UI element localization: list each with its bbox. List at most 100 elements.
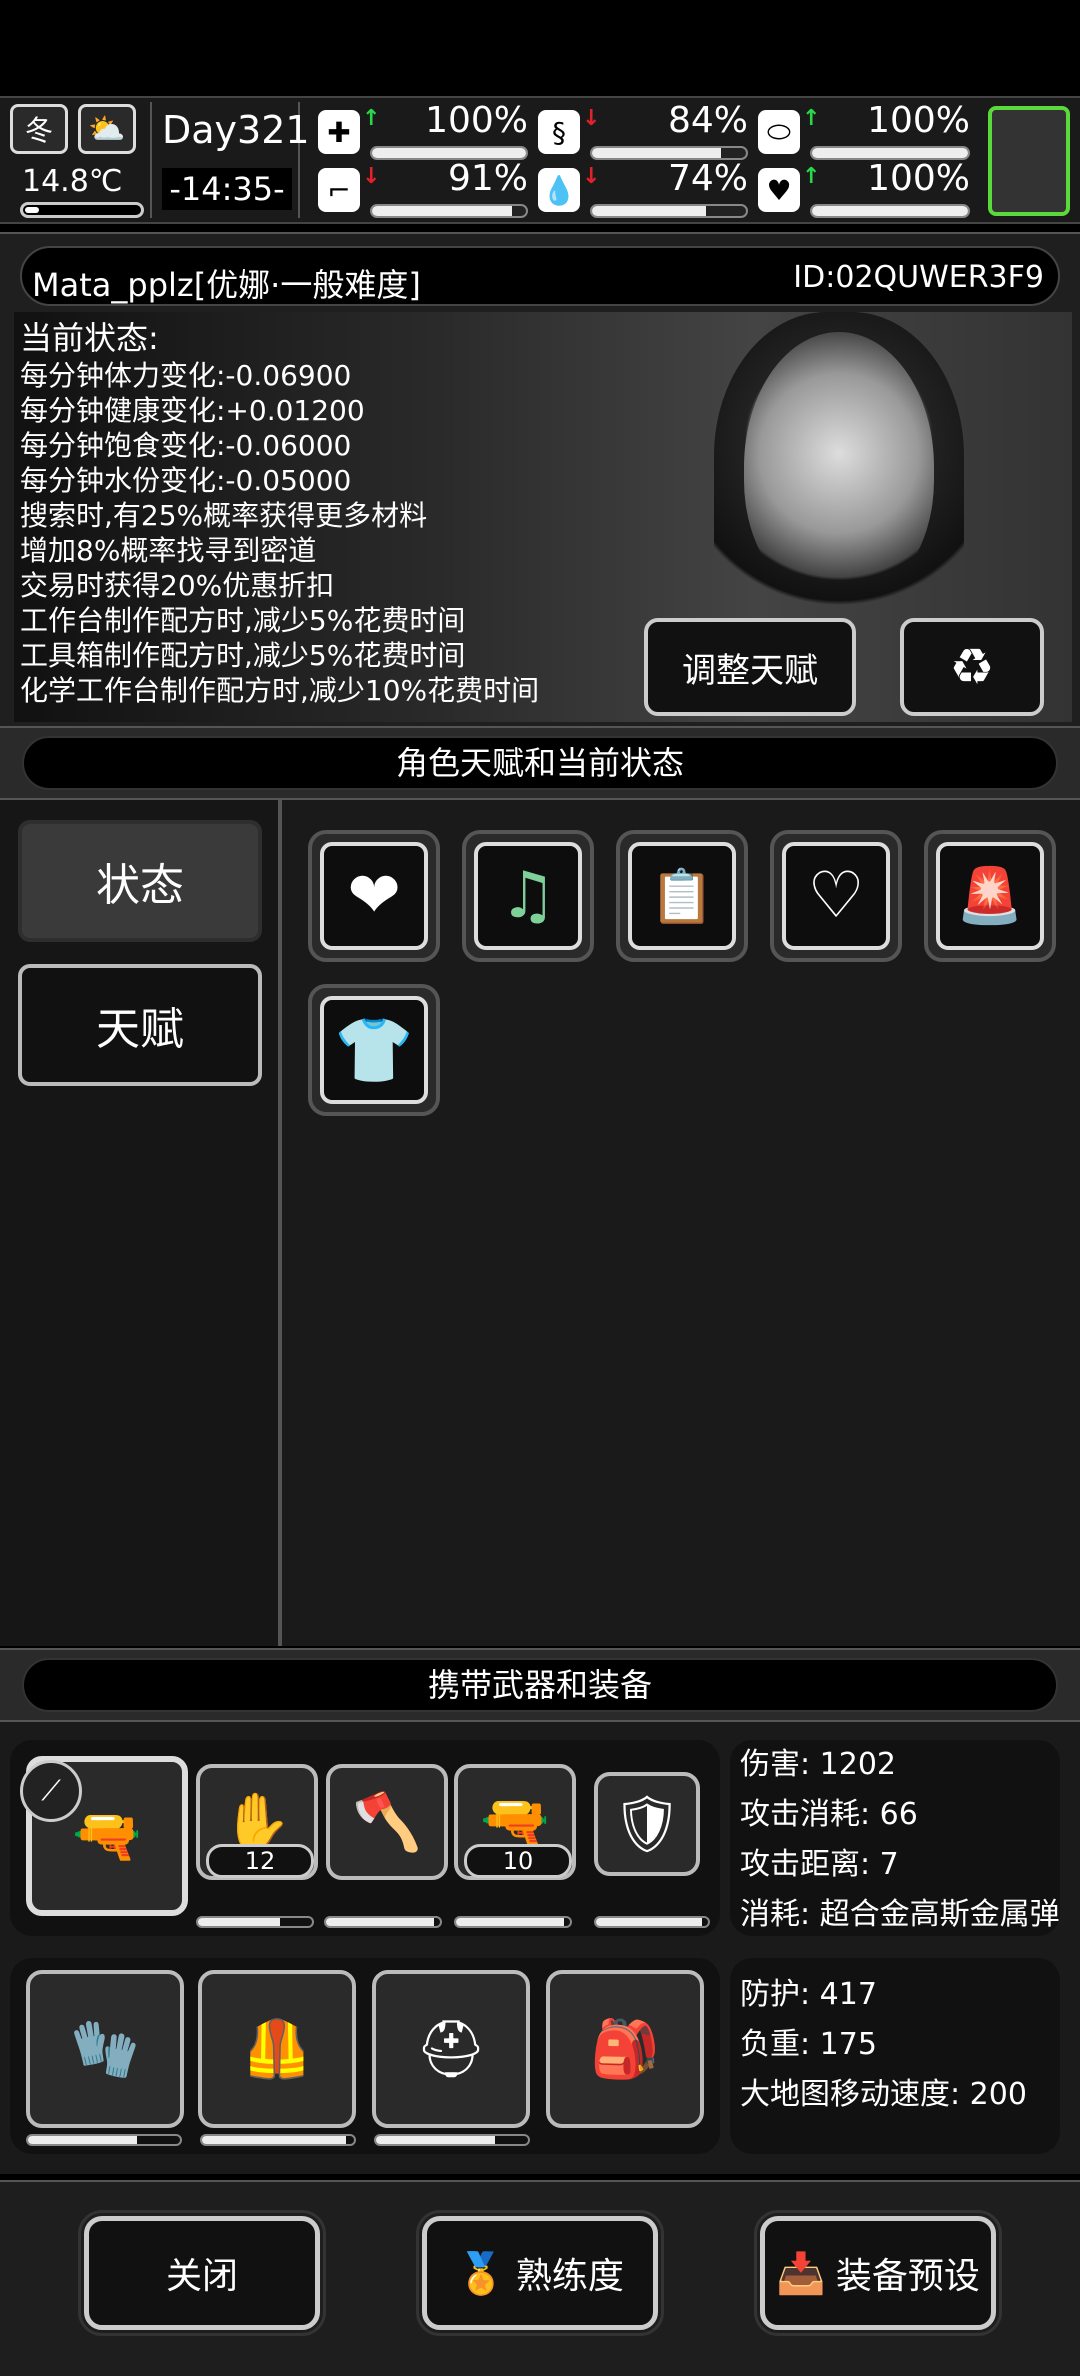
durability-bar [26,2134,182,2146]
status-line: 每分钟水份变化:-0.05000 [20,464,352,497]
stat-stamina: ⌐ ↓ 91% [318,158,528,218]
stat-value: 74% [667,158,748,199]
map-speed-row: 大地图移动速度: 200 [740,2077,1027,2112]
durability-bar [594,1916,710,1928]
equipment-section-header: 携带武器和装备 [0,1648,1080,1722]
status-line: 搜索时,有25%概率获得更多材料 [20,499,428,532]
talent-slot[interactable]: 🚨 [924,830,1056,962]
stat-mood: ♥ ↑ 100% [758,158,970,218]
adjust-talent-button[interactable]: 调整天赋 [644,618,856,716]
stat-value: 91% [447,158,528,199]
status-line: 化学工作台制作配方时,减少10%花费时间 [20,674,540,707]
fire-mode-icon[interactable]: ⟋ [20,1760,82,1822]
proficiency-button[interactable]: 🏅 熟练度 [416,2210,664,2336]
damage-row: 伤害: 1202 [740,1747,897,1782]
swap-shirt-icon: ♻ [949,638,995,696]
stat-bar [590,204,748,218]
durability-bar [324,1916,442,1928]
equipment-section-title: 携带武器和装备 [22,1658,1058,1712]
talent-slot[interactable]: ♫ [462,830,594,962]
status-heading: 当前状态: [20,319,159,357]
boot-icon: ⌐ [318,168,360,212]
status-line: 增加8%概率找寻到密道 [20,534,317,567]
water-drop-icon: 💧 [538,168,580,212]
talent-slot[interactable]: ❤ [308,830,440,962]
close-label: 关闭 [165,2256,238,2297]
tab-status[interactable]: 状态 [18,820,262,942]
status-bar: 冬 ⛅ 14.8℃ Day321 -14:35- ✚ ↑ 100% § ↓ 84… [0,96,1080,224]
proficiency-icon: 🏅 [456,2250,506,2297]
status-line: 每分钟健康变化:+0.01200 [20,394,365,427]
medkit-icon: ✚ [318,110,360,154]
shirt-icon: 👕 [320,996,428,1104]
temperature: 14.8℃ [22,164,123,199]
ammo-count: 12 [206,1844,314,1878]
status-line: 每分钟体力变化:-0.06900 [20,359,352,392]
trend-down-icon: ↓ [362,164,381,189]
equipment-preset-button[interactable]: 📥 装备预设 [754,2210,1002,2336]
character-name: Mata_pplz[优娜·一般难度] [32,266,421,304]
talent-slot[interactable]: 📋 [616,830,748,962]
season-label: 冬 [24,114,53,147]
attack-range-row: 攻击距离: 7 [740,1847,899,1882]
medicine-icon: 📋 [628,842,736,950]
pill-icon: ⬭ [758,110,800,154]
durability-bar [200,2134,356,2146]
temperature-bar [20,202,144,218]
swap-outfit-button[interactable]: ♻ [900,618,1044,716]
bottom-action-bar: 关闭 🏅 熟练度 📥 装备预设 [0,2180,1080,2376]
weather-panel: 冬 ⛅ 14.8℃ [10,104,144,218]
trend-down-icon: ↓ [582,106,601,131]
stat-value: 100% [867,158,970,199]
stat-water: 💧 ↓ 74% [538,158,748,218]
durability-bar [196,1916,314,1928]
weapon-group: 🔫 ⟋ ✋ 12 🪓 🔫 10 🛡 [10,1740,720,1936]
character-id: ID:02QUWER3F9 [793,260,1044,295]
season-badge: 冬 [10,104,68,154]
ammo-type-row: 消耗: 超合金高斯金属弹 [740,1897,1060,1932]
day-time-panel: Day321 -14:35- [150,102,310,218]
attack-cost-row: 攻击消耗: 66 [740,1797,918,1832]
weather-cloud-sun-icon: ⛅ [78,104,136,154]
ammo-count: 10 [464,1844,572,1878]
heart-icon: ❤ [320,842,428,950]
stomach-icon: § [538,110,580,154]
weapon-slot-axe[interactable]: 🪓 [326,1764,448,1880]
status-line: 交易时获得20%优惠折扣 [20,569,335,602]
status-line: 工具箱制作配方时,减少5%花费时间 [20,639,466,672]
status-line: 工作台制作配方时,减少5%花费时间 [20,604,466,637]
status-effects: 当前状态: 每分钟体力变化:-0.06900 每分钟健康变化:+0.01200 … [20,318,539,708]
defense-row: 防护: 417 [740,1977,877,2012]
weapon-info: 伤害: 1202 攻击消耗: 66 攻击距离: 7 消耗: 超合金高斯金属弹 [730,1740,1060,1936]
alarm-icon: 🚨 [936,842,1044,950]
weapon-slot-shield[interactable]: 🛡 [594,1772,700,1876]
quick-slot-button[interactable] [988,106,1070,216]
preset-icon: 📥 [776,2250,826,2297]
tab-talent[interactable]: 天赋 [18,964,262,1086]
trend-up-icon: ↑ [802,164,821,189]
carry-weight-row: 负重: 175 [740,2027,877,2062]
talent-slot[interactable]: 👕 [308,984,440,1116]
stat-bar [370,204,528,218]
stat-satiety: § ↓ 84% [538,100,748,160]
talent-section-title: 角色天赋和当前状态 [22,736,1058,790]
music-heart-icon: ♫ [474,842,582,950]
armor-slot-gloves[interactable]: 🧤 [26,1970,184,2128]
heart-icon: ♥ [758,168,800,212]
stat-value: 100% [425,100,528,141]
stat-value: 100% [867,100,970,141]
armor-slot-helmet[interactable]: ⛑ [372,1970,530,2128]
stat-medicine: ⬭ ↑ 100% [758,100,970,160]
portrait-face [744,332,934,602]
talent-slot[interactable]: ♡ [770,830,902,962]
close-button[interactable]: 关闭 [78,2210,326,2336]
trend-up-icon: ↑ [362,106,381,131]
durability-bar [454,1916,572,1928]
clock: -14:35- [162,168,292,210]
stat-value: 84% [667,100,748,141]
armor-slot-vest[interactable]: 🦺 [198,1970,356,2128]
armor-slot-backpack[interactable]: 🎒 [546,1970,704,2128]
stat-health: ✚ ↑ 100% [318,100,528,160]
stat-bar [810,204,970,218]
armor-info: 防护: 417 负重: 175 大地图移动速度: 200 [730,1958,1060,2154]
